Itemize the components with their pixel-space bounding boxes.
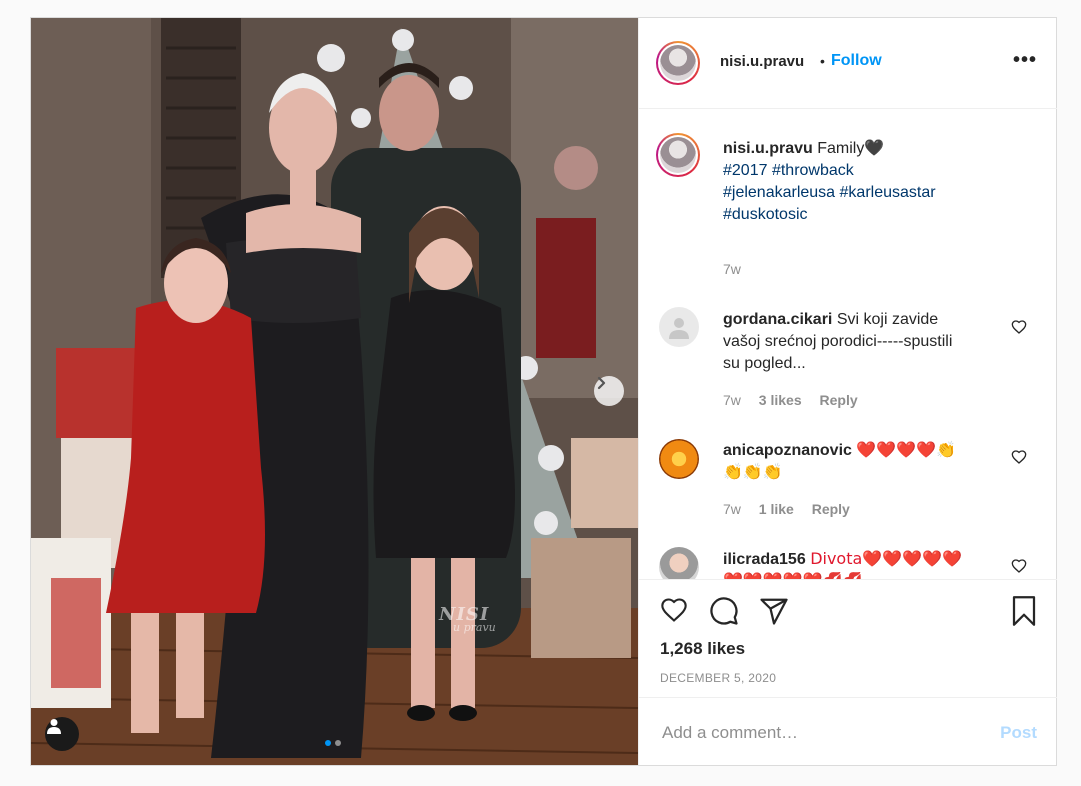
reply-button[interactable]: Reply bbox=[820, 392, 858, 408]
add-comment-input[interactable] bbox=[660, 718, 984, 748]
post-photo[interactable]: NISI u pravu bbox=[31, 18, 638, 765]
commenter-avatar[interactable] bbox=[659, 307, 699, 347]
post-header: nisi.u.pravu • Follow ••• bbox=[639, 18, 1057, 109]
comment-like-heart-icon[interactable] bbox=[1011, 319, 1027, 335]
hashtag-link[interactable]: #jelenakarleusa bbox=[723, 184, 835, 201]
caption-line-3: #jelenakarleusa #karleusastar bbox=[723, 182, 936, 204]
comment-meta: 7w 1 like Reply bbox=[723, 501, 864, 517]
comment-likes[interactable]: 3 likes bbox=[759, 392, 802, 408]
carousel-dot-active bbox=[325, 740, 331, 746]
commenter-avatar[interactable] bbox=[659, 439, 699, 479]
caption-line-1: nisi.u.pravu Family🖤 bbox=[723, 138, 884, 160]
default-avatar-icon bbox=[669, 318, 689, 339]
comment-likes[interactable]: 1 like bbox=[759, 501, 794, 517]
add-comment-bar: Post bbox=[639, 697, 1057, 766]
reply-button[interactable]: Reply bbox=[812, 501, 850, 517]
post-actions: 1,268 likes DECEMBER 5, 2020 bbox=[639, 579, 1057, 698]
caption-text: Family🖤 bbox=[817, 140, 885, 157]
family-photo-illustration bbox=[31, 18, 638, 765]
commenter-avatar[interactable] bbox=[659, 547, 699, 579]
carousel-next-button[interactable] bbox=[594, 376, 624, 406]
hashtag-link[interactable]: #2017 bbox=[723, 162, 768, 179]
comment-time[interactable]: 7w bbox=[723, 501, 741, 517]
hashtag-link[interactable]: #throwback bbox=[772, 162, 854, 179]
comment-text-line: ❤️❤️❤️❤️❤️💋💋 bbox=[723, 570, 862, 579]
carousel-dot bbox=[335, 740, 341, 746]
comments-list[interactable]: nisi.u.pravu Family🖤 #2017 #throwback #j… bbox=[639, 109, 1057, 579]
comment-text-line: vašoj srećnoj porodici-----spustili bbox=[723, 333, 953, 350]
caption-line-4: #duskotosic bbox=[723, 204, 808, 226]
comment-bubble-icon[interactable] bbox=[709, 596, 739, 626]
commenter-username[interactable]: anicapoznanovic bbox=[723, 442, 852, 459]
comment-line: anicapoznanovic ❤️❤️❤️❤️👏 bbox=[723, 439, 956, 462]
comment-text-line: su pogled... bbox=[723, 355, 806, 372]
comment-text: Svi koji zavide bbox=[836, 311, 939, 328]
chevron-right-icon bbox=[597, 376, 606, 390]
comment-meta: 7w 3 likes Reply bbox=[723, 392, 872, 408]
author-username[interactable]: nisi.u.pravu bbox=[720, 53, 804, 70]
comment-line: gordana.cikari Svi koji zavide bbox=[723, 309, 938, 331]
user-icon bbox=[47, 719, 61, 734]
comment-text: Divota❤️❤️❤️❤️❤️ bbox=[810, 549, 962, 568]
instagram-post: NISI u pravu nisi.u.pravu • Follow ••• n… bbox=[30, 17, 1057, 766]
follow-button[interactable]: Follow bbox=[831, 52, 882, 70]
comment-text-line: 👏👏👏 bbox=[723, 462, 783, 481]
caption-username[interactable]: nisi.u.pravu bbox=[723, 140, 813, 157]
comment-text: ❤️❤️❤️❤️👏 bbox=[856, 440, 956, 459]
likes-count[interactable]: 1,268 likes bbox=[660, 639, 745, 659]
commenter-username[interactable]: ilicrada156 bbox=[723, 551, 806, 568]
commenter-username[interactable]: gordana.cikari bbox=[723, 311, 832, 328]
photo-watermark-sub: u pravu bbox=[453, 621, 496, 634]
post-date: DECEMBER 5, 2020 bbox=[660, 671, 777, 685]
hashtag-link[interactable]: #duskotosic bbox=[723, 206, 808, 223]
hashtag-link[interactable]: #karleusastar bbox=[840, 184, 936, 201]
comment-like-heart-icon[interactable] bbox=[1011, 449, 1027, 465]
comment-line: ilicrada156 Divota❤️❤️❤️❤️❤️ bbox=[723, 548, 962, 571]
share-paper-plane-icon[interactable] bbox=[759, 596, 789, 626]
post-comment-button[interactable]: Post bbox=[1000, 723, 1037, 743]
save-bookmark-icon[interactable] bbox=[1011, 596, 1037, 626]
header-separator: • bbox=[820, 53, 825, 69]
caption-avatar[interactable] bbox=[656, 133, 700, 177]
comment-time[interactable]: 7w bbox=[723, 392, 741, 408]
tagged-users-button[interactable] bbox=[45, 717, 79, 751]
author-avatar[interactable] bbox=[656, 41, 700, 85]
comment-like-heart-icon[interactable] bbox=[1011, 558, 1027, 574]
caption-line-2: #2017 #throwback bbox=[723, 160, 854, 182]
post-sidebar: nisi.u.pravu • Follow ••• nisi.u.pravu F… bbox=[638, 18, 1057, 765]
like-heart-icon[interactable] bbox=[659, 596, 689, 624]
caption-time[interactable]: 7w bbox=[723, 261, 741, 277]
more-options-icon[interactable]: ••• bbox=[1013, 50, 1037, 70]
carousel-indicator bbox=[325, 740, 341, 746]
